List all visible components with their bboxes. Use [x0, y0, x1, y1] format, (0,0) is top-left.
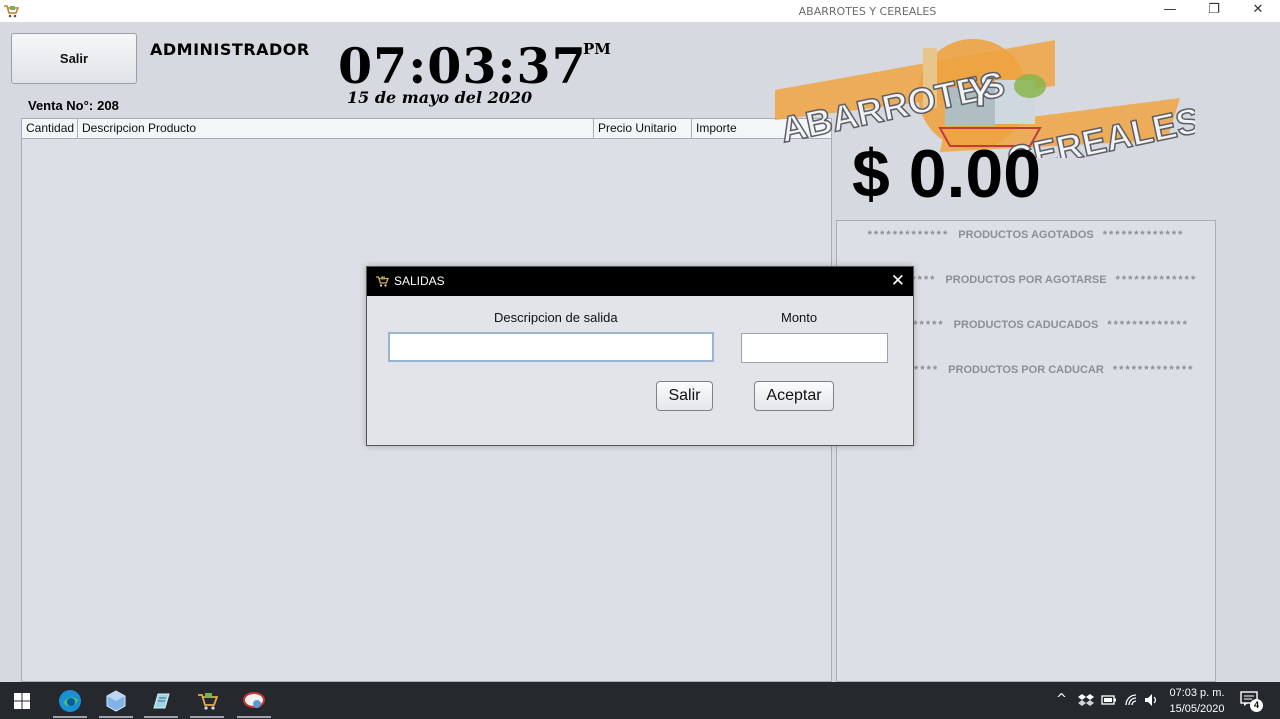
window-title: ABARROTES Y CEREALES [798, 5, 937, 18]
taskbar-app-virtualbox[interactable] [96, 682, 136, 719]
cart-icon [4, 5, 19, 18]
alert-label: PRODUCTOS AGOTADOS [958, 229, 1094, 241]
wifi-icon[interactable] [1124, 693, 1140, 707]
alert-out-of-stock[interactable]: ************* PRODUCTOS AGOTADOS *********… [837, 229, 1215, 241]
taskbar-app-remote[interactable] [234, 682, 274, 719]
cart-icon [376, 276, 389, 287]
notification-count-badge: 4 [1250, 699, 1263, 712]
salidas-dialog: SALIDAS ✕ Descripcion de salida Monto Sa… [366, 266, 914, 446]
dialog-accept-button[interactable]: Aceptar [754, 381, 834, 411]
restore-button[interactable]: ❐ [1192, 0, 1236, 22]
dialog-close-button[interactable]: ✕ [891, 270, 905, 292]
sale-number: Venta No°: 208 [28, 98, 119, 113]
alert-label: PRODUCTOS POR CADUCAR [948, 364, 1104, 376]
taskbar-app-edge[interactable] [50, 682, 90, 719]
active-indicator [144, 716, 178, 718]
logo-line2: Y [967, 71, 994, 115]
remote-app-icon [243, 691, 265, 708]
table-header: Cantidad Descripcion Producto Precio Uni… [22, 119, 831, 139]
clock-time: 07:03:37 [338, 37, 587, 95]
active-indicator [99, 716, 133, 718]
window-titlebar: ABARROTES Y CEREALES — ❐ ✕ [0, 0, 1280, 22]
stars-right: ************* [1115, 274, 1198, 286]
user-role: ADMINISTRADOR [150, 40, 310, 59]
tray-chevron-icon[interactable]: ^ [1056, 692, 1067, 708]
column-header-unit-price[interactable]: Precio Unitario [594, 119, 692, 138]
taskbar: ^ 07:03 p. m. 15/05/2020 4 [0, 682, 1280, 719]
stars-left: ************* [867, 229, 950, 241]
column-header-description[interactable]: Descripcion Producto [78, 119, 594, 138]
total-amount: $ 0.00 [852, 136, 1042, 212]
exit-button[interactable]: Salir [11, 33, 137, 84]
sale-value: 208 [97, 98, 119, 113]
close-button[interactable]: ✕ [1236, 0, 1280, 22]
windows-icon [14, 692, 30, 709]
stars-right: ************* [1102, 229, 1185, 241]
start-button[interactable] [2, 682, 42, 719]
description-input[interactable] [388, 332, 714, 362]
taskbar-app-notes[interactable] [141, 682, 181, 719]
amount-input[interactable] [741, 333, 888, 363]
stars-right: ************* [1107, 319, 1189, 331]
notes-icon [153, 693, 170, 708]
active-indicator [237, 716, 271, 718]
tray-date: 15/05/2020 [1169, 703, 1225, 715]
dialog-title: SALIDAS [394, 274, 445, 288]
minimize-button[interactable]: — [1148, 0, 1192, 22]
battery-icon[interactable] [1101, 694, 1117, 706]
active-indicator [190, 716, 224, 718]
volume-icon[interactable] [1144, 693, 1160, 707]
dialog-exit-button[interactable]: Salir [656, 381, 713, 411]
column-header-quantity[interactable]: Cantidad [22, 119, 78, 138]
edge-icon [59, 689, 81, 712]
amount-label: Monto [781, 310, 818, 325]
cart-icon [198, 692, 218, 710]
notifications-button[interactable]: 4 [1240, 691, 1263, 712]
tray-clock[interactable]: 07:03 p. m. 15/05/2020 [1160, 685, 1234, 717]
description-label: Descripcion de salida [494, 310, 618, 325]
alert-label: PRODUCTOS CADUCADOS [953, 319, 1099, 331]
tray-time: 07:03 p. m. [1169, 687, 1225, 699]
stars-right: ************* [1112, 364, 1195, 376]
dropbox-icon[interactable] [1078, 693, 1094, 707]
virtualbox-icon [106, 689, 126, 712]
clock-ampm: PM [583, 40, 611, 58]
sale-label: Venta No°: [28, 98, 94, 113]
dialog-titlebar[interactable]: SALIDAS ✕ [367, 267, 913, 296]
active-indicator [53, 716, 87, 718]
clock-date: 15 de mayo del 2020 [347, 88, 533, 107]
taskbar-app-abarrotes[interactable] [187, 682, 227, 719]
alert-label: PRODUCTOS POR AGOTARSE [945, 274, 1107, 286]
